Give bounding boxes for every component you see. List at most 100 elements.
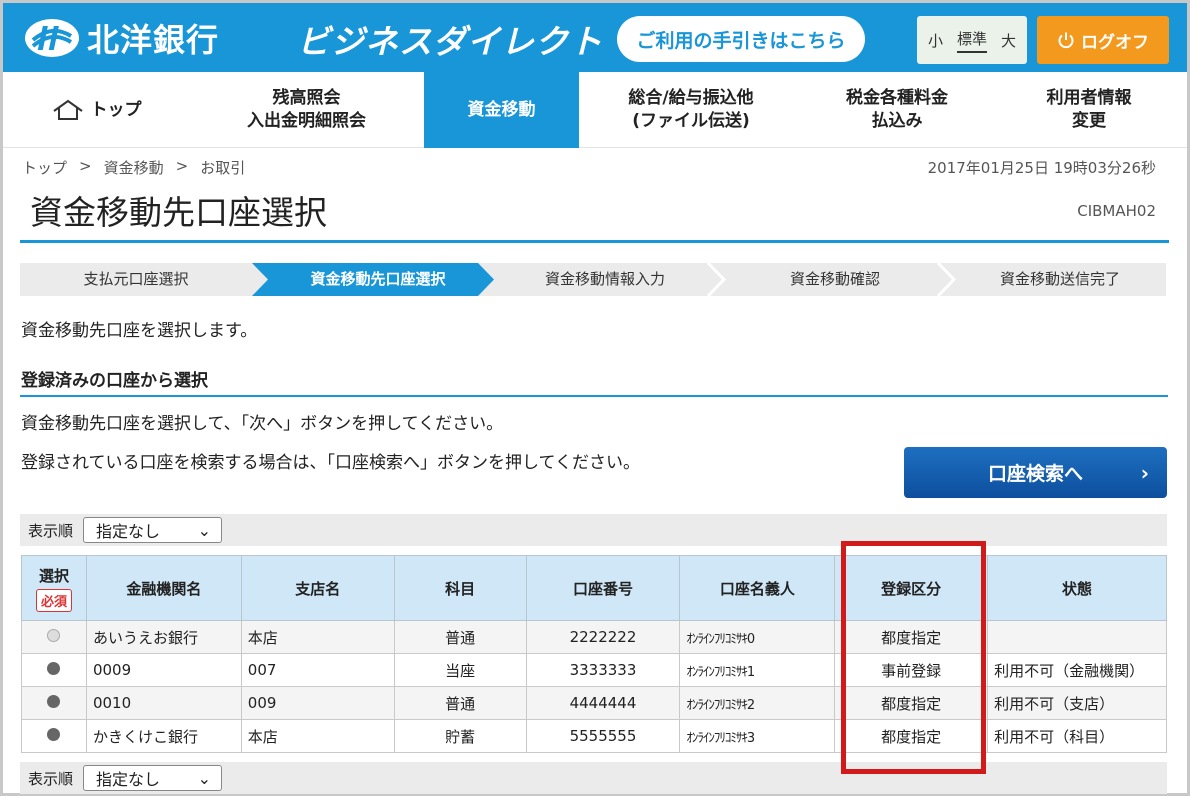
header-number: 口座番号 — [525, 555, 681, 621]
holder-cell: ｵﾝﾗｲﾝﾌﾘｺﾐｻｷ2 — [679, 686, 836, 720]
header-holder: 口座名義人 — [679, 555, 836, 621]
step-destination-account: 資金移動先口座選択 — [310, 270, 446, 288]
branch-cell: 007 — [240, 653, 395, 687]
nav-tax-payment[interactable]: 税金各種料金 払込み — [803, 72, 991, 148]
step-source-account: 支払元口座選択 — [83, 270, 189, 288]
branch-cell: 本店 — [240, 620, 395, 654]
header-type: 科目 — [393, 555, 527, 621]
holder-cell: ｵﾝﾗｲﾝﾌﾘｺﾐｻｷ0 — [679, 620, 836, 654]
account-search-button[interactable]: 口座検索へ › — [904, 447, 1167, 498]
number-cell: 4444444 — [525, 686, 681, 720]
holder-cell: ｵﾝﾗｲﾝﾌﾘｺﾐｻｷ1 — [679, 653, 836, 687]
bank-logo-icon — [25, 19, 79, 57]
number-cell: 3333333 — [525, 653, 681, 687]
progress-steps: 支払元口座選択 資金移動先口座選択 資金移動情報入力 資金移動確認 資金移動送信… — [20, 263, 1166, 296]
font-size-switcher: 小 標準 大 — [917, 16, 1027, 64]
sort-label: 表示順 — [28, 769, 74, 788]
type-cell: 当座 — [393, 653, 527, 687]
sort-select[interactable]: 指定なし ⌄ — [83, 765, 223, 791]
power-icon — [1058, 32, 1074, 49]
branch-cell: 本店 — [240, 719, 395, 753]
bank-cell: 0010 — [85, 686, 242, 720]
chevron-down-icon: ⌄ — [197, 768, 212, 788]
sort-bar-top: 表示順 指定なし ⌄ — [20, 514, 1167, 546]
step-complete: 資金移動送信完了 — [999, 270, 1120, 288]
section-divider — [20, 395, 1168, 397]
sort-select[interactable]: 指定なし ⌄ — [83, 517, 223, 543]
header-select-label: 選択 — [38, 566, 69, 585]
required-badge: 必須 — [35, 588, 72, 612]
product-name: ビジネスダイレクト — [297, 22, 603, 61]
current-datetime: 2017年01月25日 19時03分26秒 — [927, 159, 1156, 177]
sort-bar-bottom: 表示順 指定なし ⌄ — [20, 762, 1167, 794]
breadcrumb-separator: > — [79, 157, 92, 175]
table-row: 0010 009 普通 4444444 ｵﾝﾗｲﾝﾌﾘｺﾐｻｷ2 都度指定 利用… — [21, 686, 1167, 720]
logoff-label: ログオフ — [1081, 32, 1149, 53]
registration-column-highlight — [841, 541, 986, 774]
header-branch: 支店名 — [240, 555, 395, 621]
font-size-small[interactable]: 小 — [928, 30, 943, 51]
nav-balance-inquiry[interactable]: 残高照会 入出金明細照会 — [189, 72, 424, 148]
step-confirm: 資金移動確認 — [789, 270, 880, 288]
page-id: CIBMAH02 — [1077, 202, 1156, 220]
font-size-standard[interactable]: 標準 — [956, 28, 987, 53]
select-radio[interactable] — [47, 695, 61, 708]
sort-value: 指定なし — [96, 770, 161, 789]
bank-name: 北洋銀行 — [87, 21, 220, 59]
table-header-row: 選択 必須 金融機関名 支店名 科目 口座番号 口座名義人 登録区分 状態 — [21, 555, 1167, 621]
table-row: かきくけこ銀行 本店 貯蓄 5555555 ｵﾝﾗｲﾝﾌﾘｺﾐｻｷ3 都度指定 … — [21, 719, 1167, 753]
bank-cell: あいうえお銀行 — [85, 620, 242, 654]
sort-label: 表示順 — [28, 521, 74, 540]
intro-text: 資金移動先口座を選択します。 — [21, 321, 258, 341]
breadcrumb-separator: > — [175, 157, 189, 175]
type-cell: 貯蓄 — [393, 719, 527, 753]
instruction-select: 資金移動先口座を選択して、「次へ」ボタンを押してください。 — [21, 414, 504, 434]
chevron-right-icon: › — [1140, 461, 1149, 485]
breadcrumb-fund-transfer[interactable]: 資金移動 — [104, 157, 164, 178]
nav-top-label: トップ — [90, 99, 142, 120]
step-transfer-info: 資金移動情報入力 — [544, 270, 665, 288]
section-title: 登録済みの口座から選択 — [21, 371, 208, 391]
number-cell: 5555555 — [525, 719, 681, 753]
header-select: 選択 必須 — [21, 555, 87, 621]
font-size-large[interactable]: 大 — [1001, 30, 1016, 51]
chevron-down-icon: ⌄ — [197, 520, 212, 540]
account-table: 選択 必須 金融機関名 支店名 科目 口座番号 口座名義人 登録区分 状態 あい… — [21, 555, 1167, 753]
sort-value: 指定なし — [96, 522, 161, 541]
instruction-search: 登録されている口座を検索する場合は、「口座検索へ」ボタンを押してください。 — [21, 453, 640, 473]
table-row: 0009 007 当座 3333333 ｵﾝﾗｲﾝﾌﾘｺﾐｻｷ1 事前登録 利用… — [21, 653, 1167, 687]
title-divider — [20, 240, 1169, 243]
header-status: 状態 — [987, 555, 1167, 621]
type-cell: 普通 — [393, 620, 527, 654]
account-search-label: 口座検索へ — [987, 463, 1083, 485]
status-cell: 利用不可（科目） — [987, 719, 1167, 753]
holder-cell: ｵﾝﾗｲﾝﾌﾘｺﾐｻｷ3 — [679, 719, 836, 753]
bank-cell: 0009 — [85, 653, 242, 687]
table-row: あいうえお銀行 本店 普通 2222222 ｵﾝﾗｲﾝﾌﾘｺﾐｻｷ0 都度指定 — [21, 620, 1167, 654]
header-bank: 金融機関名 — [85, 555, 242, 621]
branch-cell: 009 — [240, 686, 395, 720]
select-radio — [47, 629, 61, 642]
nav-bulk-transfer[interactable]: 総合/給与振込他 (ファイル伝送) — [579, 72, 803, 148]
main-nav: トップ 残高照会 入出金明細照会 資金移動 総合/給与振込他 (ファイル伝送) … — [3, 72, 1187, 148]
home-icon — [52, 99, 83, 120]
nav-fund-transfer[interactable]: 資金移動 — [424, 72, 579, 148]
breadcrumb-transaction: お取引 — [200, 159, 246, 177]
nav-user-info[interactable]: 利用者情報 変更 — [991, 72, 1187, 148]
bank-logo[interactable]: 北洋銀行 — [23, 15, 219, 61]
logoff-button[interactable]: ログオフ — [1037, 16, 1169, 64]
type-cell: 普通 — [393, 686, 527, 720]
page-title: 資金移動先口座選択 — [30, 193, 327, 232]
number-cell: 2222222 — [525, 620, 681, 654]
bank-cell: かきくけこ銀行 — [85, 719, 242, 753]
breadcrumb: トップ > 資金移動 > お取引 — [22, 157, 245, 178]
nav-top[interactable]: トップ — [3, 72, 189, 148]
header-bar: 北洋銀行 ビジネスダイレクト ご利用の手引きはこちら 小 標準 大 ログオフ — [3, 3, 1187, 72]
breadcrumb-top[interactable]: トップ — [22, 157, 67, 178]
status-cell: 利用不可（金融機関） — [987, 653, 1167, 687]
select-radio[interactable] — [47, 662, 61, 675]
status-cell — [987, 620, 1167, 654]
select-radio[interactable] — [47, 728, 61, 741]
status-cell: 利用不可（支店） — [987, 686, 1167, 720]
guide-button[interactable]: ご利用の手引きはこちら — [617, 16, 865, 62]
